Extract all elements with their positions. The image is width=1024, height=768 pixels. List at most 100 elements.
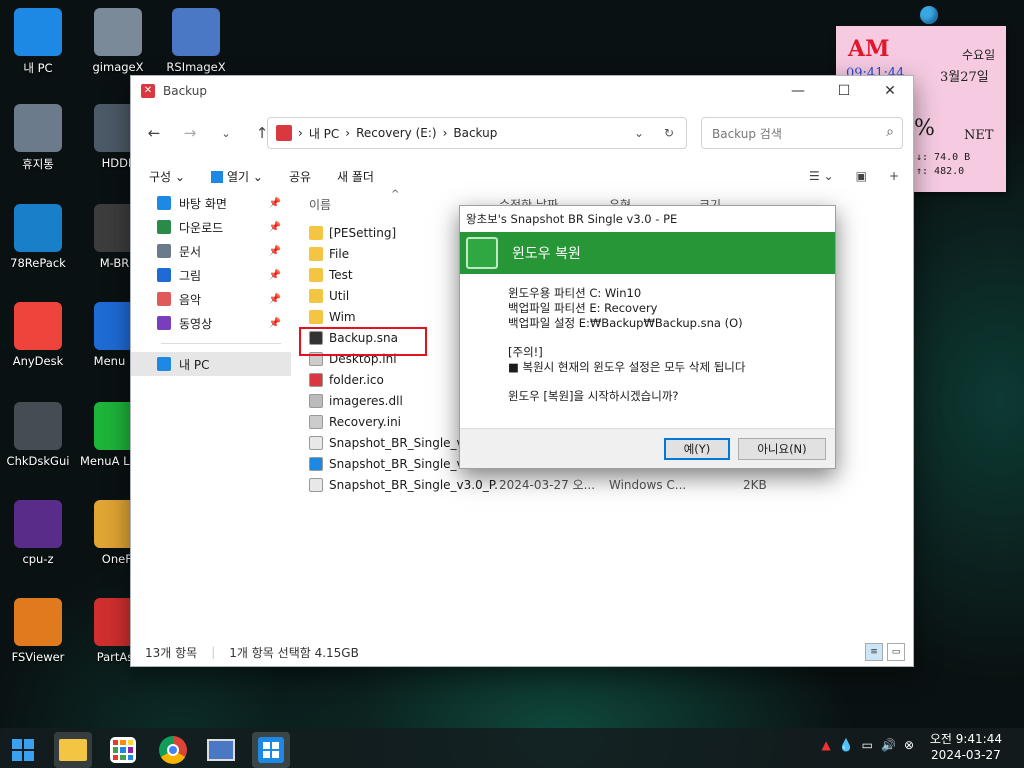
triangle-logo-icon bbox=[14, 204, 62, 252]
preview-pane-icon[interactable]: ▣ bbox=[856, 169, 867, 183]
column-name[interactable]: 이름 bbox=[309, 196, 331, 213]
desktop-icon[interactable]: FSViewer bbox=[0, 598, 76, 664]
taskbar-apps[interactable] bbox=[104, 732, 142, 768]
expand-icon[interactable]: + bbox=[889, 169, 899, 183]
no-button[interactable]: 아니요(N) bbox=[738, 438, 826, 460]
nav-item[interactable]: 음악 📌 bbox=[131, 287, 291, 311]
desktop-icon[interactable]: cpu-z bbox=[0, 500, 76, 566]
desktop-icon[interactable]: RSImageX bbox=[158, 8, 234, 74]
exe-file-icon bbox=[309, 477, 323, 492]
pin-icon[interactable]: 📌 bbox=[269, 270, 281, 281]
tiles-view-icon[interactable]: ▭ bbox=[887, 643, 905, 661]
windows-logo-icon bbox=[12, 739, 34, 761]
chevron-up-icon[interactable]: ▲ bbox=[821, 738, 830, 752]
desktop-icon[interactable]: 휴지통 bbox=[0, 104, 76, 172]
nav-item[interactable]: 다운로드 📌 bbox=[131, 215, 291, 239]
desktop-icon[interactable]: 내 PC bbox=[0, 8, 76, 76]
nav-item-label: 내 PC bbox=[179, 357, 210, 372]
dialog-line: 백업파일 설정 E:₩Backup₩Backup.sna (O) bbox=[508, 316, 743, 330]
maximize-button[interactable]: ☐ bbox=[821, 76, 867, 106]
taskbar-explorer[interactable] bbox=[54, 732, 92, 768]
file-row[interactable]: Snapshot_BR_Single_v3.0_P... 2024-03-27 오… bbox=[299, 474, 899, 495]
cpu-icon bbox=[14, 500, 62, 548]
open-button[interactable]: 열기 ⌄ bbox=[210, 168, 263, 185]
network-icon[interactable]: ▭ bbox=[862, 738, 873, 752]
restore-confirm-dialog: 왕초보's Snapshot BR Single v3.0 - PE 윈도우 복… bbox=[459, 205, 836, 469]
recent-dropdown-button[interactable]: ⌄ bbox=[215, 127, 237, 140]
nav-item-icon bbox=[157, 220, 171, 234]
file-size: 2KB bbox=[743, 477, 767, 492]
yes-button[interactable]: 예(Y) bbox=[664, 438, 730, 460]
desktop-icon[interactable]: AnyDesk bbox=[0, 302, 76, 368]
search-placeholder: Backup 검색 bbox=[712, 126, 782, 141]
note-date: 3월27일 bbox=[940, 70, 989, 85]
nav-item[interactable]: 그림 📌 bbox=[131, 263, 291, 287]
desktop-icon[interactable]: gimageX bbox=[80, 8, 156, 74]
dialog-message: 윈도우용 파티션 C: Win10 백업파일 파티션 E: Recovery 백업파… bbox=[460, 274, 835, 404]
refresh-icon[interactable]: ↻ bbox=[664, 126, 674, 140]
drop-icon[interactable]: 💧 bbox=[839, 738, 854, 752]
pin-icon[interactable]: 📌 bbox=[269, 294, 281, 305]
close-circle-icon[interactable]: ⊗ bbox=[904, 738, 914, 752]
pin-icon[interactable]: 📌 bbox=[269, 198, 281, 209]
nav-item[interactable]: 내 PC bbox=[131, 352, 291, 376]
details-view-icon[interactable]: ≡ bbox=[865, 643, 883, 661]
new-folder-button[interactable]: 새 폴더 bbox=[337, 168, 374, 185]
share-button[interactable]: 공유 bbox=[289, 168, 311, 185]
item-count: 13개 항목 bbox=[145, 645, 198, 660]
nav-item-label: 다운로드 bbox=[179, 220, 224, 235]
app-grid-icon bbox=[110, 737, 136, 763]
note-net-label: NET bbox=[964, 128, 994, 143]
note-day-of-week: 수요일 bbox=[962, 48, 996, 62]
view-options-icon[interactable]: ☰ ⌄ bbox=[809, 169, 834, 183]
pin-icon[interactable]: 📌 bbox=[269, 318, 281, 329]
breadcrumb-item[interactable]: Recovery (E:) bbox=[356, 126, 436, 140]
search-box[interactable]: Backup 검색 ⌕ bbox=[701, 117, 903, 149]
dialog-line: 백업파일 파티션 E: Recovery bbox=[508, 301, 658, 315]
back-button[interactable]: ← bbox=[143, 124, 165, 142]
desktop-icon-label: 내 PC bbox=[23, 61, 53, 75]
address-bar[interactable]: › 내 PC › Recovery (E:) › Backup ⌄ ↻ bbox=[267, 117, 687, 149]
breadcrumb-item[interactable]: 내 PC bbox=[309, 125, 339, 142]
forward-button[interactable]: → bbox=[179, 124, 201, 142]
nav-item-icon bbox=[157, 357, 171, 371]
note-am: AM bbox=[848, 36, 890, 62]
nav-item-icon bbox=[157, 268, 171, 282]
nav-item-icon bbox=[157, 292, 171, 306]
desktop-icon[interactable]: 78RePack bbox=[0, 204, 76, 270]
command-bar: 구성 ⌄ 열기 ⌄ 공유 새 폴더 ☰ ⌄ ▣ + bbox=[131, 161, 913, 191]
dialog-line: [주의!] bbox=[508, 345, 543, 359]
file-type: Windows C... bbox=[609, 477, 687, 492]
nav-item-label: 그림 bbox=[179, 268, 202, 283]
windows-app-icon bbox=[258, 737, 284, 763]
desktop-icon[interactable]: ChkDskGui bbox=[0, 402, 76, 468]
address-dropdown-icon[interactable]: ⌄ bbox=[634, 126, 644, 140]
dialog-banner: 윈도우 복원 bbox=[460, 232, 835, 274]
nav-item[interactable]: 동영상 📌 bbox=[131, 311, 291, 335]
taskbar-chrome[interactable] bbox=[154, 732, 192, 768]
minimize-button[interactable]: — bbox=[775, 76, 821, 106]
nav-item[interactable]: 바탕 화면 📌 bbox=[131, 191, 291, 215]
win-file-icon bbox=[309, 456, 323, 471]
start-button[interactable] bbox=[4, 732, 42, 768]
speaker-icon[interactable]: 🔊 bbox=[881, 738, 896, 752]
folder-file-icon bbox=[309, 267, 323, 282]
pin-icon[interactable]: 📌 bbox=[269, 246, 281, 257]
system-tray: ▲ 💧 ▭ 🔊 ⊗ bbox=[821, 738, 914, 752]
selection-info: 1개 항목 선택함 4.15GB bbox=[229, 645, 359, 660]
note-net-down: ↓: 74.0 B bbox=[916, 152, 971, 163]
pushpin-icon bbox=[920, 6, 938, 24]
taskbar-snapshot[interactable] bbox=[252, 732, 290, 768]
taskbar-clock[interactable]: 오전 9:41:44 2024-03-27 bbox=[930, 731, 1002, 763]
nav-item[interactable]: 문서 📌 bbox=[131, 239, 291, 263]
ico-file-icon bbox=[309, 372, 323, 387]
pc-gear-icon bbox=[207, 739, 235, 761]
pin-icon[interactable]: 📌 bbox=[269, 222, 281, 233]
taskbar-pc-tool[interactable] bbox=[202, 732, 240, 768]
recycle-bin-icon bbox=[14, 104, 62, 152]
disk-check-icon bbox=[14, 402, 62, 450]
breadcrumb-item[interactable]: Backup bbox=[453, 126, 497, 140]
close-button[interactable]: ✕ bbox=[867, 76, 913, 106]
organize-button[interactable]: 구성 ⌄ bbox=[149, 168, 185, 185]
monitor-icon bbox=[14, 8, 62, 56]
